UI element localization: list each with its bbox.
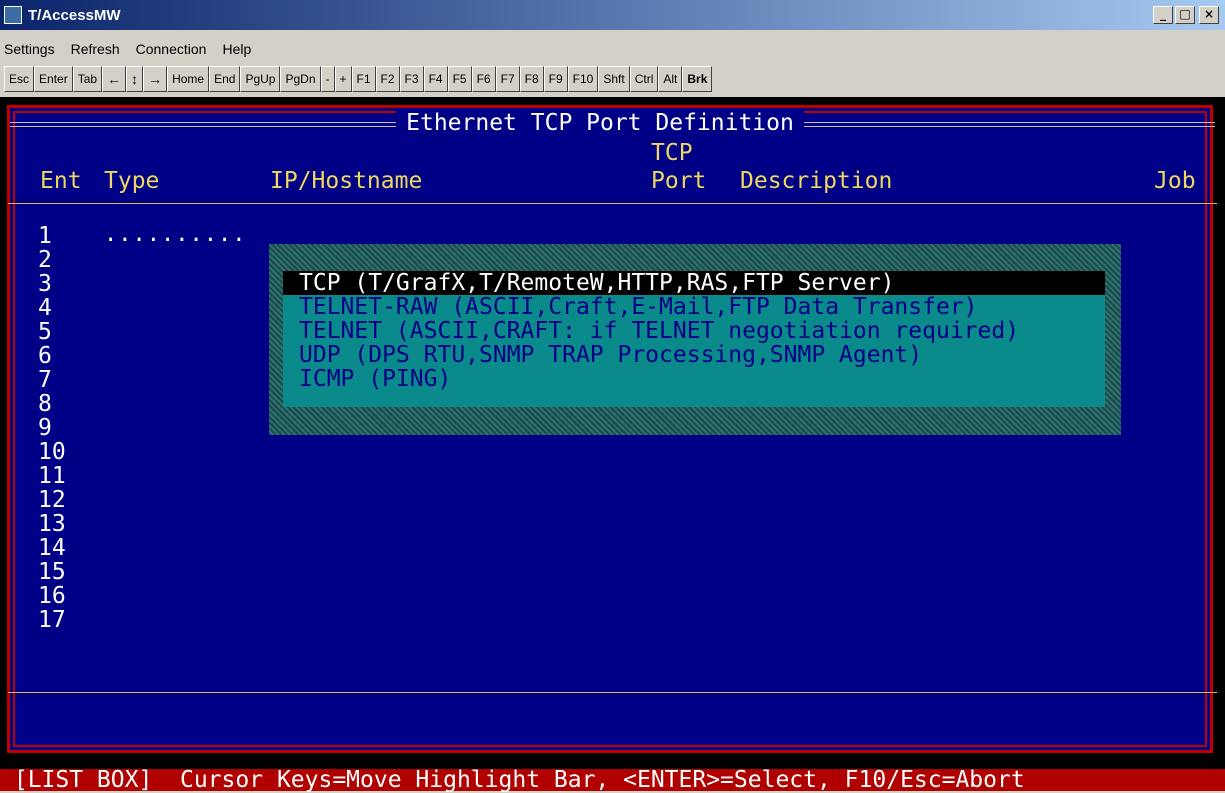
entry-number: 14 [38, 535, 66, 561]
entry-number: 10 [38, 439, 66, 465]
f10-key-button[interactable]: F10 [567, 66, 599, 92]
shift-key-button[interactable]: Shft [598, 66, 630, 92]
header-description: Description [740, 168, 893, 194]
entry-number: 12 [38, 487, 66, 513]
entry-number: 8 [38, 391, 52, 417]
key-toolbar: Esc Enter Tab ← ↕ → Home End PgUp PgDn -… [0, 64, 1225, 94]
app-icon [4, 6, 22, 24]
entry-number: 4 [38, 295, 52, 321]
pgup-key-button[interactable]: PgUp [240, 66, 281, 92]
menu-refresh[interactable]: Refresh [63, 41, 128, 57]
header-rule [8, 203, 1217, 204]
window-title: T/AccessMW [28, 6, 121, 24]
maximize-button[interactable]: □ [1175, 6, 1195, 24]
entry-number: 5 [38, 319, 52, 345]
tab-key-button[interactable]: Tab [72, 66, 103, 92]
menu-bar: Settings Refresh Connection Help [0, 38, 259, 60]
entry-number: 11 [38, 463, 66, 489]
esc-key-button[interactable]: Esc [4, 66, 35, 92]
pgdn-key-button[interactable]: PgDn [280, 66, 321, 92]
menu-settings[interactable]: Settings [0, 41, 63, 57]
arrow-up-down-icon[interactable]: ↕ [126, 66, 144, 92]
terminal-screen[interactable]: Ethernet TCP Port Definition Ent Type IP… [0, 97, 1225, 792]
listbox-option-icmp[interactable]: ICMP (PING) [283, 367, 1105, 391]
ctrl-key-button[interactable]: Ctrl [629, 66, 659, 92]
header-tcp: TCP [651, 140, 693, 166]
status-bar: [LIST BOX] Cursor Keys=Move Highlight Ba… [0, 769, 1225, 792]
plus-key-button[interactable]: + [334, 66, 352, 92]
screen-title: Ethernet TCP Port Definition [0, 110, 1200, 136]
minimize-button[interactable]: _ [1153, 6, 1173, 24]
f6-key-button[interactable]: F6 [471, 66, 496, 92]
header-ent: Ent [40, 168, 82, 194]
home-key-button[interactable]: Home [167, 66, 210, 92]
title-bar: T/AccessMW _ □ × [0, 0, 1225, 30]
f9-key-button[interactable]: F9 [543, 66, 568, 92]
f3-key-button[interactable]: F3 [399, 66, 424, 92]
entry-number: 6 [38, 343, 52, 369]
header-ip-hostname: IP/Hostname [270, 168, 423, 194]
minus-key-button[interactable]: - [320, 66, 335, 92]
header-job: Job [1154, 168, 1196, 194]
enter-key-button[interactable]: Enter [34, 66, 73, 92]
listbox-option-udp[interactable]: UDP (DPS RTU,SNMP TRAP Processing,SNMP A… [283, 343, 1105, 367]
menu-help[interactable]: Help [214, 41, 259, 57]
type-field-entry-1[interactable]: .......... [104, 222, 246, 247]
entry-number: 3 [38, 271, 52, 297]
arrow-right-icon[interactable]: → [143, 66, 168, 92]
close-button[interactable]: × [1199, 6, 1219, 24]
listbox-option-tcp[interactable]: TCP (T/GrafX,T/RemoteW,HTTP,RAS,FTP Serv… [283, 271, 1105, 295]
f4-key-button[interactable]: F4 [423, 66, 448, 92]
listbox-option-telnet-raw[interactable]: TELNET-RAW (ASCII,Craft,E-Mail,FTP Data … [283, 295, 1105, 319]
entry-number: 17 [38, 607, 66, 633]
entry-number: 2 [38, 247, 52, 273]
entry-number: 7 [38, 367, 52, 393]
type-listbox[interactable]: TCP (T/GrafX,T/RemoteW,HTTP,RAS,FTP Serv… [283, 271, 1105, 407]
f7-key-button[interactable]: F7 [495, 66, 520, 92]
window-controls: _ □ × [1153, 6, 1219, 24]
entry-number: 16 [38, 583, 66, 609]
header-type: Type [104, 168, 160, 194]
break-key-button[interactable]: Brk [682, 66, 713, 92]
f8-key-button[interactable]: F8 [519, 66, 544, 92]
header-port: Port [651, 168, 707, 194]
menu-connection[interactable]: Connection [128, 41, 215, 57]
alt-key-button[interactable]: Alt [658, 66, 683, 92]
listbox-option-telnet[interactable]: TELNET (ASCII,CRAFT: if TELNET negotiati… [283, 319, 1105, 343]
arrow-left-icon[interactable]: ← [102, 66, 127, 92]
f2-key-button[interactable]: F2 [375, 66, 400, 92]
f5-key-button[interactable]: F5 [447, 66, 472, 92]
f1-key-button[interactable]: F1 [351, 66, 376, 92]
end-key-button[interactable]: End [209, 66, 241, 92]
entry-number: 1 [38, 223, 52, 249]
footer-rule [8, 692, 1217, 693]
entry-number: 15 [38, 559, 66, 585]
entry-number: 13 [38, 511, 66, 537]
entry-number: 9 [38, 415, 52, 441]
